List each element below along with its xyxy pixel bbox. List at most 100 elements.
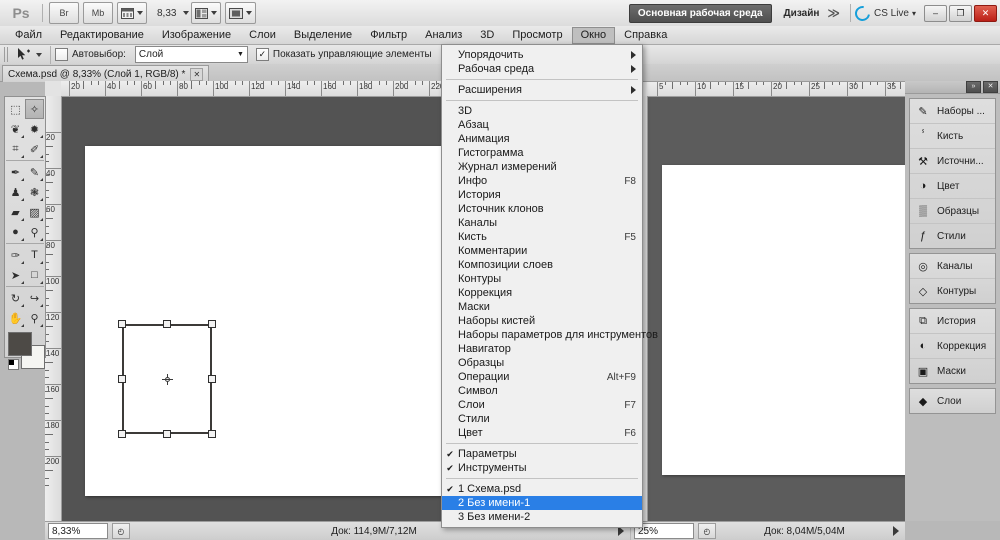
eyedropper-tool[interactable]: ✐	[25, 139, 44, 159]
screen-mode-button[interactable]	[225, 2, 257, 24]
restore-button[interactable]: ❐	[949, 4, 972, 22]
transform-reference-point[interactable]	[162, 374, 173, 385]
workspace-essentials-button[interactable]: Основная рабочая среда	[628, 3, 772, 23]
marquee-tool[interactable]: ⬚	[6, 99, 25, 119]
menu-item[interactable]: Каналы	[442, 216, 642, 230]
menu-item[interactable]: Наборы кистей	[442, 314, 642, 328]
menu-analysis[interactable]: Анализ	[416, 27, 471, 44]
panel-button-styles[interactable]: ƒ Стили	[910, 224, 995, 248]
crop-tool[interactable]: ⌗	[6, 139, 25, 159]
mini-bridge-button[interactable]: Mb	[83, 2, 113, 24]
menu-item[interactable]: Коррекция	[442, 286, 642, 300]
menu-item[interactable]: Абзац	[442, 118, 642, 132]
menu-item[interactable]: История	[442, 188, 642, 202]
panel-button-brush-presets[interactable]: ✎ Наборы ...	[910, 99, 995, 124]
menu-file[interactable]: Файл	[6, 27, 51, 44]
menu-filter[interactable]: Фильтр	[361, 27, 416, 44]
document-b-canvas[interactable]	[648, 97, 905, 521]
zoom-tool[interactable]: ⚲	[25, 308, 44, 328]
brush-tool[interactable]: ✎	[25, 162, 44, 182]
panel-button-history[interactable]: ⧉ История	[910, 309, 995, 334]
menu-view[interactable]: Просмотр	[503, 27, 571, 44]
lasso-tool[interactable]: ❦	[6, 119, 25, 139]
cs-live-button[interactable]: CS Live ▾	[852, 2, 916, 24]
menu-item[interactable]: Комментарии	[442, 244, 642, 258]
handle-bottom-right[interactable]	[208, 430, 216, 438]
minimize-button[interactable]: –	[924, 4, 947, 22]
handle-middle-right[interactable]	[208, 375, 216, 383]
menu-item[interactable]: 3D	[442, 104, 642, 118]
blur-tool[interactable]: ●	[6, 222, 25, 242]
current-tool-indicator[interactable]	[15, 47, 42, 62]
zoom-field-schema[interactable]: 8,33%	[48, 523, 108, 539]
menu-item[interactable]: Образцы	[442, 356, 642, 370]
show-transform-controls-checkbox[interactable]: ✓	[255, 48, 269, 61]
path-selection-tool[interactable]: ➤	[6, 265, 25, 285]
menu-item[interactable]: Расширения	[442, 83, 642, 97]
magic-wand-tool[interactable]: ✹	[25, 119, 44, 139]
bridge-button[interactable]: Br	[49, 2, 79, 24]
menu-item[interactable]: Источник клонов	[442, 202, 642, 216]
menu-item[interactable]: Рабочая среда	[442, 62, 642, 76]
menu-help[interactable]: Справка	[615, 27, 676, 44]
status-menu-arrow-untitled[interactable]	[893, 526, 899, 536]
healing-brush-tool[interactable]: ✒	[6, 162, 25, 182]
menu-item[interactable]: Наборы параметров для инструментов	[442, 328, 658, 342]
menu-item[interactable]: 2 Без имени-1	[442, 496, 642, 510]
document-tab-schema[interactable]: Схема.psd @ 8,33% (Слой 1, RGB/8) * ✕	[2, 65, 210, 82]
transform-bounding-box[interactable]	[118, 320, 216, 438]
handle-bottom-left[interactable]	[118, 430, 126, 438]
dock-close-icon[interactable]: ✕	[983, 81, 998, 93]
eraser-tool[interactable]: ▰	[6, 202, 25, 222]
menu-item[interactable]: Маски	[442, 300, 642, 314]
close-button[interactable]: ✕	[974, 4, 997, 22]
panel-button-paths[interactable]: ◇ Контуры	[910, 279, 995, 303]
pen-tool[interactable]: ✑	[6, 245, 25, 265]
foreground-color-swatch[interactable]	[8, 332, 32, 356]
menu-item[interactable]: Кисть F5	[442, 230, 642, 244]
menu-item[interactable]: Цвет F6	[442, 426, 642, 440]
move-tool[interactable]: ✧	[25, 99, 44, 119]
menu-select[interactable]: Выделение	[285, 27, 361, 44]
hand-tool[interactable]: ✋	[6, 308, 25, 328]
clone-stamp-tool[interactable]: ♟	[6, 182, 25, 202]
panel-button-color-wheel[interactable]: ◑ Цвет	[910, 174, 995, 199]
menu-item[interactable]: Слои F7	[442, 398, 642, 412]
handle-top-right[interactable]	[208, 320, 216, 328]
handle-middle-left[interactable]	[118, 375, 126, 383]
zoom-field-untitled[interactable]: 25%	[634, 523, 694, 539]
panel-button-swatches[interactable]: ▒ Образцы	[910, 199, 995, 224]
auto-select-checkbox[interactable]	[55, 48, 68, 61]
menu-item[interactable]: Журнал измерений	[442, 160, 642, 174]
handle-top-left[interactable]	[118, 320, 126, 328]
menu-item[interactable]: Символ	[442, 384, 642, 398]
auto-select-target-dropdown[interactable]: Слой ▼	[134, 46, 248, 63]
workspace-more-button[interactable]: ≫	[827, 6, 840, 20]
show-transform-controls-group[interactable]: ✓ Показать управляющие элементы	[255, 48, 432, 61]
options-bar-grip[interactable]	[4, 47, 10, 62]
history-brush-tool[interactable]: ❃	[25, 182, 44, 202]
menu-item[interactable]: Навигатор	[442, 342, 642, 356]
panel-button-adjustments[interactable]: ◐ Коррекция	[910, 334, 995, 359]
3d-orbit-tool[interactable]: ↪	[25, 288, 44, 308]
menu-item[interactable]: Композиции слоев	[442, 258, 642, 272]
handle-top-center[interactable]	[163, 320, 171, 328]
menu-window[interactable]: Окно	[571, 26, 616, 44]
handle-bottom-center[interactable]	[163, 430, 171, 438]
menu-item[interactable]: Стили	[442, 412, 642, 426]
rotate-view-tool[interactable]: ↻	[6, 288, 25, 308]
menu-3d[interactable]: 3D	[471, 27, 503, 44]
auto-select-checkbox-group[interactable]: Автовыбор:	[55, 48, 126, 61]
menu-item[interactable]: Гистограмма	[442, 146, 642, 160]
panel-button-masks[interactable]: ▣ Маски	[910, 359, 995, 383]
panel-button-clone-source[interactable]: ⚒ Источни...	[910, 149, 995, 174]
menu-layers[interactable]: Слои	[240, 27, 285, 44]
menu-item[interactable]: ✔ Параметры	[442, 447, 642, 461]
arrange-documents-button[interactable]	[191, 2, 222, 24]
menu-item[interactable]: Операции Alt+F9	[442, 370, 642, 384]
dodge-tool[interactable]: ⚲	[25, 222, 44, 242]
type-tool[interactable]: T	[25, 245, 44, 265]
menu-item[interactable]: 3 Без имени-2	[442, 510, 642, 524]
menu-item[interactable]: Анимация	[442, 132, 642, 146]
menu-image[interactable]: Изображение	[153, 27, 240, 44]
